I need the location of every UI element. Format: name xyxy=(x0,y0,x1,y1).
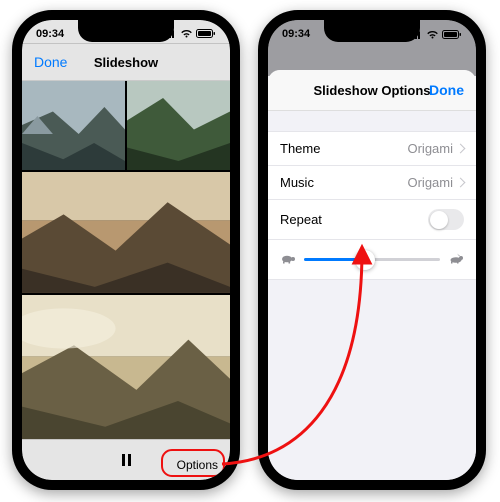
chevron-right-icon xyxy=(456,144,466,154)
phone-notch xyxy=(324,20,420,42)
status-time: 09:34 xyxy=(282,28,310,40)
repeat-switch[interactable] xyxy=(428,209,464,230)
wifi-icon xyxy=(426,30,439,39)
done-button[interactable]: Done xyxy=(34,54,67,70)
battery-icon xyxy=(442,30,462,39)
status-time: 09:34 xyxy=(36,28,64,40)
nav-title: Slideshow xyxy=(94,55,158,70)
screen-options: 09:34 Slideshow Options Done Theme xyxy=(268,20,476,480)
row-value: Origami xyxy=(407,141,464,156)
photo-grid[interactable] xyxy=(22,80,230,440)
options-nav: Slideshow Options Done xyxy=(268,70,476,111)
row-label: Repeat xyxy=(280,212,322,227)
phone-notch xyxy=(78,20,174,42)
pause-icon[interactable] xyxy=(122,454,131,466)
chevron-right-icon xyxy=(456,178,466,188)
screen-slideshow: 09:34 Done Slideshow xyxy=(22,20,230,480)
row-value: Origami xyxy=(407,175,464,190)
phone-slideshow: 09:34 Done Slideshow xyxy=(12,10,240,490)
photo-thumb[interactable] xyxy=(127,80,230,170)
options-button[interactable]: Options xyxy=(177,458,218,472)
tortoise-icon xyxy=(280,252,296,267)
nav-title: Slideshow Options xyxy=(313,83,430,98)
row-label: Theme xyxy=(280,141,320,156)
row-speed-slider xyxy=(268,240,476,279)
slideshow-toolbar: Options xyxy=(22,439,230,480)
battery-icon xyxy=(196,29,216,38)
options-sheet: Slideshow Options Done Theme Origami Mus… xyxy=(268,70,476,480)
slideshow-nav: Done Slideshow xyxy=(22,44,230,81)
slider-thumb[interactable] xyxy=(355,250,375,270)
row-repeat: Repeat xyxy=(268,200,476,240)
phone-options: 09:34 Slideshow Options Done Theme xyxy=(258,10,486,490)
options-group: Theme Origami Music Origami xyxy=(268,131,476,280)
row-theme[interactable]: Theme Origami xyxy=(268,132,476,166)
hare-icon xyxy=(448,252,464,267)
speed-slider[interactable] xyxy=(304,258,440,261)
row-label: Music xyxy=(280,175,314,190)
wifi-icon xyxy=(180,29,193,38)
photo-thumb[interactable] xyxy=(22,80,125,170)
photo-thumb[interactable] xyxy=(22,295,230,440)
row-music[interactable]: Music Origami xyxy=(268,166,476,200)
done-button[interactable]: Done xyxy=(429,82,464,98)
photo-thumb[interactable] xyxy=(22,172,230,293)
comparison-stage: 09:34 Done Slideshow xyxy=(0,0,500,502)
